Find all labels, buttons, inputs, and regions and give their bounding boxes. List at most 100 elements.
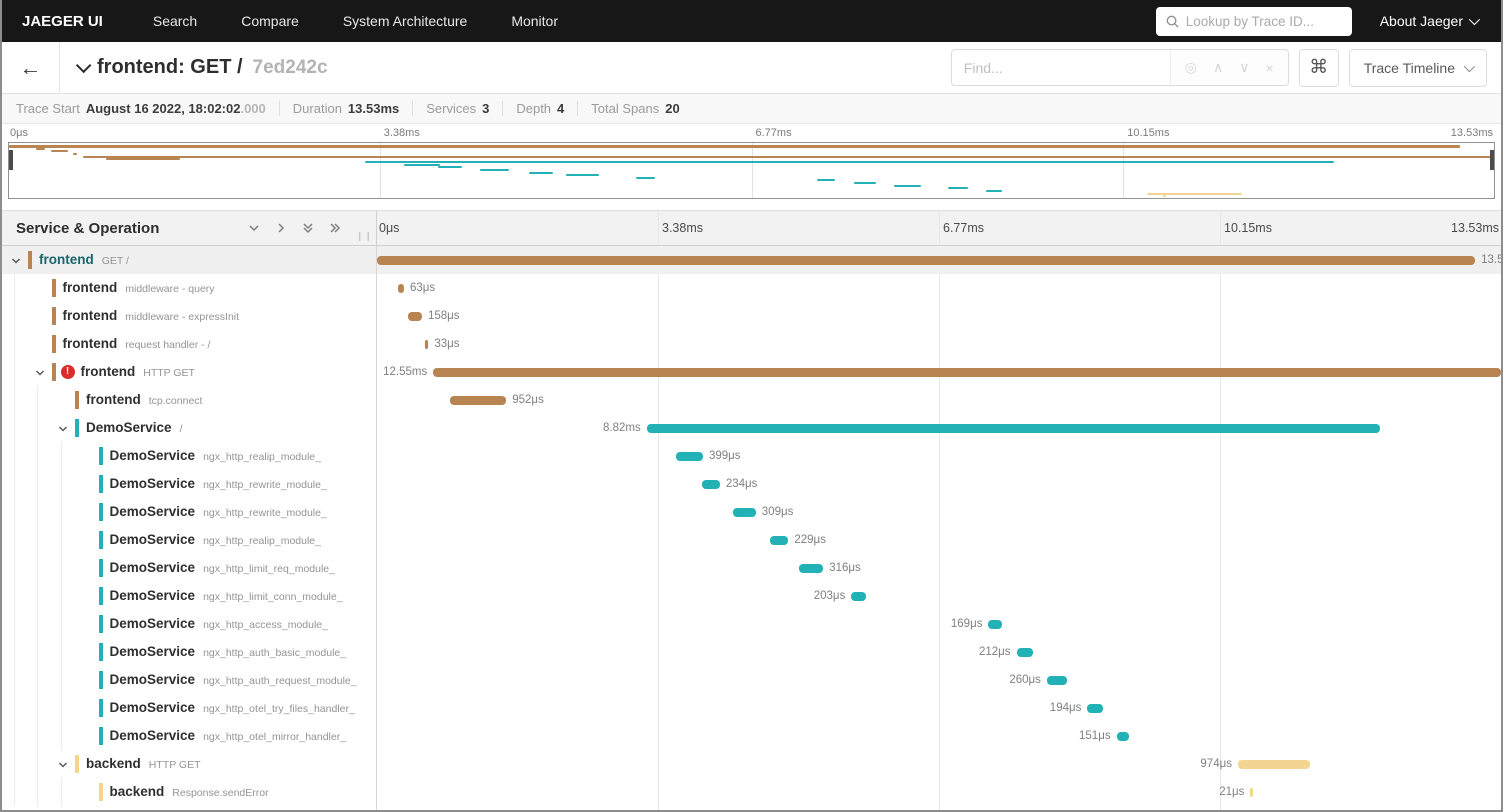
span-bar[interactable] <box>1250 788 1253 797</box>
span-bar-row[interactable]: 12.55ms <box>377 358 1501 386</box>
chevron-down-icon[interactable] <box>34 366 46 384</box>
span-bar-row[interactable]: 194μs <box>377 694 1501 722</box>
trace-id-lookup-input[interactable] <box>1185 13 1342 29</box>
span-bar[interactable] <box>701 480 720 489</box>
span-bar-row[interactable]: 13.53ms <box>377 246 1501 274</box>
span-bar-row[interactable]: 309μs <box>377 498 1501 526</box>
about-jaeger-menu[interactable]: About Jaeger <box>1380 13 1491 29</box>
span-bar[interactable] <box>397 284 404 293</box>
span-bar[interactable] <box>450 396 507 405</box>
span-bar-row[interactable]: 63μs <box>377 274 1501 302</box>
expand-one-icon[interactable] <box>274 221 288 235</box>
clear-find-icon[interactable]: × <box>1266 60 1274 76</box>
span-name-row[interactable]: frontend middleware - query <box>2 274 376 302</box>
minimap-span-bar <box>438 166 462 169</box>
minimap-right-handle[interactable] <box>1490 150 1494 170</box>
chevron-down-icon[interactable] <box>10 254 22 272</box>
span-name-row[interactable]: DemoService ngx_http_realip_module_ <box>2 526 376 554</box>
summary-trace-start: Trace Start August 16 2022, 18:02:02.000 <box>16 101 280 116</box>
span-name-text: DemoService ngx_http_access_module_ <box>2 610 376 639</box>
span-bar-row[interactable]: 316μs <box>377 554 1501 582</box>
locate-icon[interactable]: ◎ <box>1185 59 1197 76</box>
span-name-row[interactable]: DemoService ngx_http_limit_req_module_ <box>2 554 376 582</box>
nav-item-system-architecture[interactable]: System Architecture <box>321 0 490 42</box>
span-bar-row[interactable]: 260μs <box>377 666 1501 694</box>
span-bar-row[interactable]: 203μs <box>377 582 1501 610</box>
span-name-row[interactable]: DemoService ngx_http_access_module_ <box>2 610 376 638</box>
span-bar-row[interactable]: 151μs <box>377 722 1501 750</box>
span-name-row[interactable]: DemoService ngx_http_rewrite_module_ <box>2 498 376 526</box>
indent-guide <box>60 722 62 750</box>
timeline-minimap[interactable] <box>8 142 1495 199</box>
span-duration-label: 316μs <box>829 562 861 574</box>
chevron-down-icon[interactable] <box>57 758 69 776</box>
span-bar-row[interactable]: 229μs <box>377 526 1501 554</box>
span-name-row[interactable]: ! frontend HTTP GET <box>2 358 376 386</box>
span-bar[interactable] <box>425 340 429 349</box>
span-bar-row[interactable]: 158μs <box>377 302 1501 330</box>
indent-guide <box>37 554 38 582</box>
span-bar-row[interactable]: 212μs <box>377 638 1501 666</box>
span-name-row[interactable]: DemoService ngx_http_auth_request_module_ <box>2 666 376 694</box>
span-name-row[interactable]: frontend GET / <box>2 246 376 274</box>
span-bar[interactable] <box>408 312 422 321</box>
collapse-trace-detail-icon[interactable] <box>75 57 92 74</box>
span-bar[interactable] <box>675 452 703 461</box>
find-tools: ◎ ∧ ∨ × <box>1169 50 1288 85</box>
span-bar[interactable] <box>1087 704 1104 713</box>
operation-name: ngx_http_realip_module_ <box>203 535 321 547</box>
keyboard-shortcuts-button[interactable]: ⌘ <box>1298 48 1339 87</box>
span-name-row[interactable]: DemoService ngx_http_rewrite_module_ <box>2 470 376 498</box>
span-bar[interactable] <box>733 508 756 517</box>
span-bar-row[interactable]: 399μs <box>377 442 1501 470</box>
span-name-row[interactable]: DemoService ngx_http_realip_module_ <box>2 442 376 470</box>
back-button[interactable]: ← <box>2 42 60 93</box>
find-input[interactable] <box>951 50 1170 85</box>
span-bar-row[interactable]: 33μs <box>377 330 1501 358</box>
summary-value: 4 <box>557 101 565 116</box>
span-bar-row[interactable]: 8.82ms <box>377 414 1501 442</box>
span-bar[interactable] <box>377 256 1476 265</box>
nav-item-compare[interactable]: Compare <box>219 0 321 42</box>
span-name-row[interactable]: DemoService ngx_http_otel_try_files_handl… <box>2 694 376 722</box>
trace-view-select[interactable]: Trace Timeline <box>1348 48 1487 87</box>
span-name-row[interactable]: backend HTTP GET <box>2 750 376 778</box>
span-name-row[interactable]: frontend middleware - expressInit <box>2 302 376 330</box>
trace-id-short: 7ed242c <box>252 56 328 78</box>
span-bar[interactable] <box>770 536 789 545</box>
span-name-row[interactable]: DemoService ngx_http_otel_mirror_handler_ <box>2 722 376 750</box>
nav-item-monitor[interactable]: Monitor <box>489 0 580 42</box>
span-bar-row[interactable]: 952μs <box>377 386 1501 414</box>
indent-guide <box>37 610 38 638</box>
expand-all-icon[interactable] <box>328 221 342 235</box>
service-name: backend <box>109 784 165 799</box>
prev-match-icon[interactable]: ∧ <box>1213 59 1223 76</box>
span-name-row[interactable]: DemoService / <box>2 414 376 442</box>
collapse-all-icon[interactable] <box>301 221 315 235</box>
span-bar[interactable] <box>798 564 824 573</box>
span-bar[interactable] <box>1237 760 1310 769</box>
span-name-row[interactable]: backend Response.sendError <box>2 778 376 806</box>
span-bar[interactable] <box>1116 732 1129 741</box>
span-bar[interactable] <box>988 620 1002 629</box>
span-name-row[interactable]: frontend tcp.connect <box>2 386 376 414</box>
span-bar[interactable] <box>646 424 1380 433</box>
span-bar[interactable] <box>1016 648 1034 657</box>
span-bar-row[interactable]: 974μs <box>377 750 1501 778</box>
span-bar-row[interactable]: 169μs <box>377 610 1501 638</box>
span-bar-row[interactable]: 234μs <box>377 470 1501 498</box>
span-name-row[interactable]: DemoService ngx_http_limit_conn_module_ <box>2 582 376 610</box>
span-bar[interactable] <box>433 368 1501 377</box>
span-bar[interactable] <box>1046 676 1068 685</box>
chevron-down-icon[interactable] <box>57 422 69 440</box>
span-name-row[interactable]: DemoService ngx_http_auth_basic_module_ <box>2 638 376 666</box>
collapse-one-icon[interactable] <box>247 221 261 235</box>
column-resizer[interactable]: ❙❙ <box>356 231 373 242</box>
span-name-row[interactable]: frontend request handler - / <box>2 330 376 358</box>
next-match-icon[interactable]: ∨ <box>1239 59 1249 76</box>
span-bar-row[interactable]: 21μs <box>377 778 1501 806</box>
minimap-left-handle[interactable] <box>9 150 13 170</box>
span-bar[interactable] <box>851 592 866 601</box>
nav-item-search[interactable]: Search <box>131 0 219 42</box>
jaeger-logo[interactable]: JAEGER UI <box>2 13 131 30</box>
